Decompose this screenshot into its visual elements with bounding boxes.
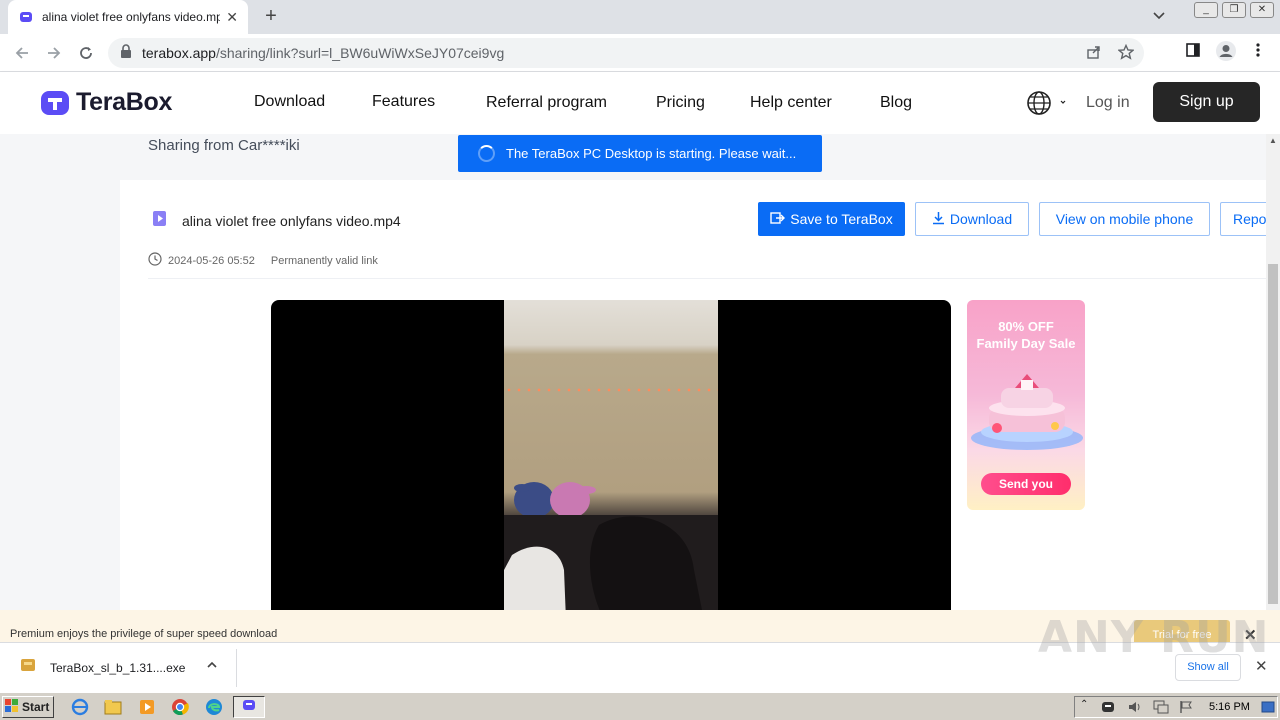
tab-close-icon[interactable]: ✕ (226, 9, 238, 26)
share-page: Sharing from Car****iki The TeraBox PC D… (0, 134, 1266, 610)
volume-icon[interactable] (1127, 700, 1143, 719)
url-host: terabox.app (142, 45, 216, 61)
video-file-icon (152, 210, 168, 232)
edge-icon[interactable] (204, 697, 224, 717)
chrome-icon[interactable] (170, 697, 190, 717)
brand-name: TeraBox (76, 87, 173, 116)
video-frame-image (504, 300, 718, 610)
report-button[interactable]: Repo (1220, 202, 1266, 236)
windows-logo-icon (5, 699, 19, 715)
restore-window-button[interactable]: ❐ (1222, 2, 1246, 18)
show-desktop-icon[interactable] (1261, 700, 1275, 719)
download-icon (932, 211, 945, 228)
site-header: TeraBox Download Features Referral progr… (0, 72, 1280, 134)
installer-file-icon (20, 657, 36, 678)
network-icon[interactable] (1153, 700, 1169, 719)
tab-title: alina violet free onlyfans video.mp4 (42, 10, 221, 24)
ad-title-line1: 80% OFF (998, 319, 1054, 334)
close-window-button[interactable]: ✕ (1250, 2, 1274, 18)
taskbar-clock: 5:16 PM (1209, 701, 1250, 713)
cake-illustration-icon (971, 374, 1083, 450)
download-button-label: Download (949, 211, 1013, 227)
terabox-logo[interactable]: TeraBox (40, 87, 172, 117)
action-center-flag-icon[interactable] (1179, 700, 1193, 719)
ad-title-line2: Family Day Sale (976, 336, 1076, 351)
start-button[interactable]: Start (2, 696, 54, 718)
nav-features[interactable]: Features (372, 93, 435, 111)
terabox-favicon-icon (18, 9, 34, 25)
profile-avatar-icon[interactable] (1215, 40, 1237, 67)
reload-icon[interactable] (76, 43, 96, 63)
clock-icon (148, 252, 162, 269)
tray-terabox-icon[interactable] (1101, 700, 1115, 719)
side-panel-icon[interactable] (1185, 42, 1201, 63)
page-scrollbar[interactable]: ▲ (1266, 134, 1280, 610)
video-scene-illustration (504, 482, 718, 610)
browser-menu-icon[interactable] (1252, 42, 1264, 63)
toast-message: The TeraBox PC Desktop is starting. Plea… (506, 146, 797, 161)
tab-search-chevron-icon[interactable] (1152, 8, 1166, 27)
forward-arrow-icon[interactable] (44, 43, 64, 63)
link-validity: Permanently valid link (270, 254, 378, 267)
nav-pricing[interactable]: Pricing (656, 94, 705, 112)
share-date: 2024-05-26 05:52 (168, 254, 255, 267)
promo-ad-banner[interactable]: 80% OFF Family Day Sale Send you (967, 300, 1085, 510)
login-link[interactable]: Log in (1086, 94, 1130, 112)
ad-send-you-button[interactable]: Send you (981, 473, 1071, 495)
terabox-taskbar-button[interactable] (233, 696, 265, 718)
address-bar[interactable]: terabox.app/sharing/link?surl=l_BW6uWiWx… (108, 38, 1144, 68)
terabox-app-icon (242, 698, 256, 717)
nav-download[interactable]: Download (254, 93, 325, 111)
lock-icon[interactable] (120, 43, 132, 63)
shelf-divider (236, 649, 237, 687)
bookmark-star-icon[interactable] (1117, 43, 1135, 65)
ad-title: 80% OFF Family Day Sale (967, 318, 1085, 352)
new-tab-button[interactable]: + (260, 5, 282, 28)
loading-spinner-icon (478, 145, 495, 162)
browser-tab-strip: alina violet free onlyfans video.mp4 ✕ +… (0, 0, 1280, 34)
save-to-terabox-button[interactable]: Save to TeraBox (758, 202, 905, 236)
language-globe-icon[interactable] (1026, 90, 1072, 121)
ie-icon[interactable] (70, 697, 90, 717)
tray-expand-icon[interactable]: ⌃ (1080, 699, 1088, 710)
download-file-name: TeraBox_sl_b_1.31....exe (50, 660, 186, 675)
download-button[interactable]: Download (915, 202, 1029, 236)
premium-text: Premium enjoys the privilege of super sp… (10, 628, 278, 640)
share-icon[interactable] (1086, 44, 1102, 65)
file-card: alina violet free onlyfans video.mp4 202… (120, 180, 1266, 610)
minimize-window-button[interactable]: _ (1194, 2, 1218, 18)
card-divider (148, 278, 1266, 279)
url-path: /sharing/link?surl=l_BW6uWiWxSeJY07cei9v… (215, 45, 505, 61)
sharing-from-text: Sharing from Car****iki (148, 137, 300, 154)
browser-tab[interactable]: alina violet free onlyfans video.mp4 ✕ (8, 0, 248, 34)
view-on-mobile-button[interactable]: View on mobile phone (1039, 202, 1210, 236)
windows-taskbar: Start ⌃ 5:16 PM (0, 692, 1280, 720)
system-tray: ⌃ 5:16 PM (1074, 696, 1278, 718)
nav-help-center[interactable]: Help center (750, 94, 832, 112)
file-explorer-icon[interactable] (103, 697, 123, 717)
terabox-logo-icon (41, 91, 69, 115)
browser-toolbar: terabox.app/sharing/link?surl=l_BW6uWiWx… (0, 34, 1280, 72)
anyrun-watermark: ANY RUN (1038, 612, 1270, 663)
nav-blog[interactable]: Blog (880, 94, 912, 112)
save-button-label: Save to TeraBox (790, 211, 893, 227)
desktop-starting-toast: The TeraBox PC Desktop is starting. Plea… (458, 135, 822, 172)
save-export-icon (770, 211, 786, 228)
download-options-chevron-icon[interactable] (206, 659, 218, 673)
signup-button[interactable]: Sign up (1153, 82, 1260, 122)
scroll-up-arrow-icon[interactable]: ▲ (1266, 136, 1280, 145)
media-player-icon[interactable] (137, 697, 157, 717)
video-player[interactable] (271, 300, 951, 610)
download-item[interactable]: TeraBox_sl_b_1.31....exe (20, 657, 185, 678)
file-name: alina violet free onlyfans video.mp4 (182, 213, 401, 229)
start-label: Start (22, 700, 50, 714)
scrollbar-thumb[interactable] (1268, 264, 1278, 604)
back-arrow-icon[interactable] (12, 43, 32, 63)
nav-referral-program[interactable]: Referral program (486, 94, 607, 112)
